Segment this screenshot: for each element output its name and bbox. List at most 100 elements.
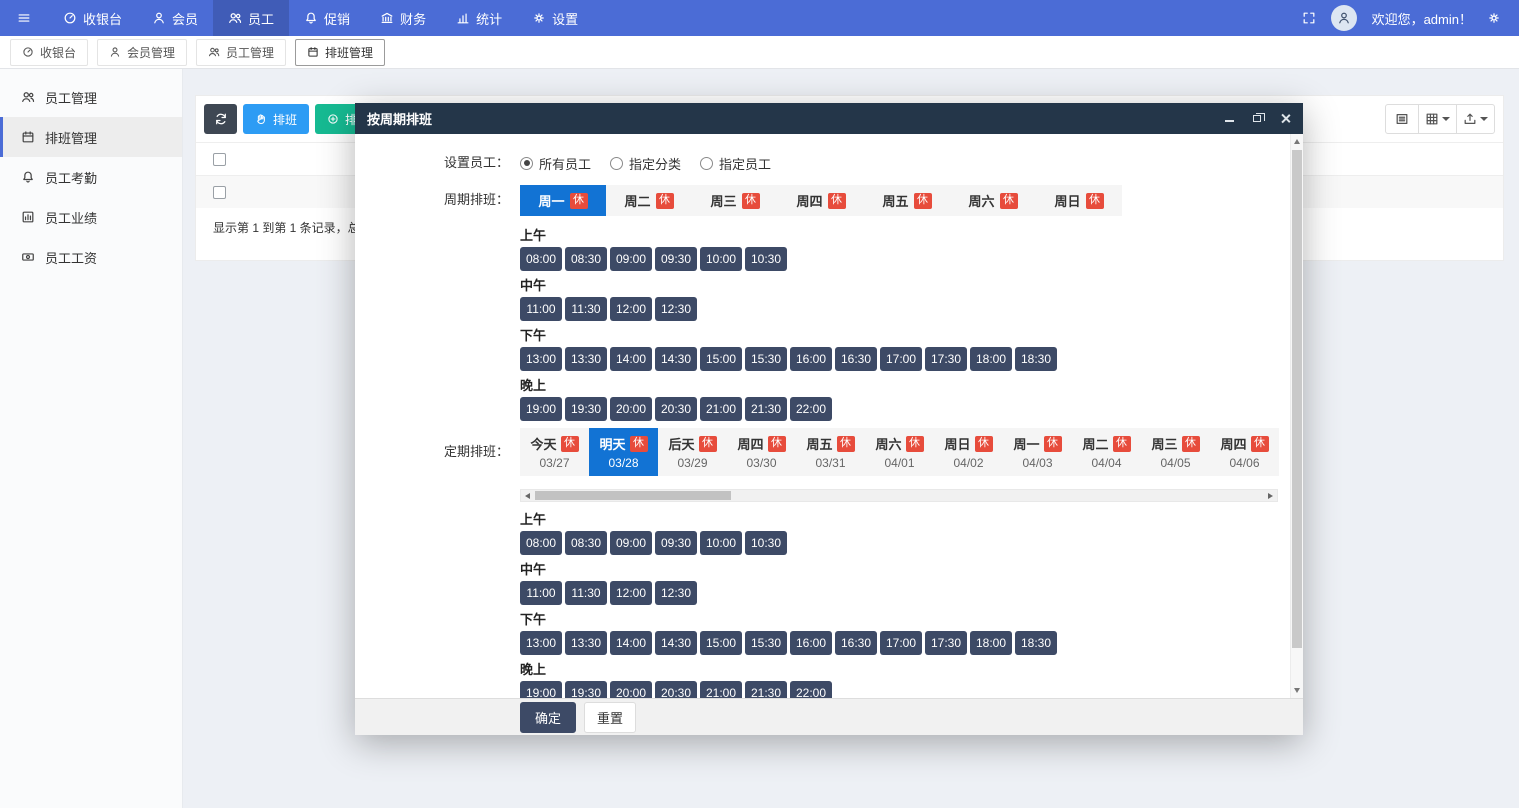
employee-scope-radio[interactable]: 指定员工	[700, 154, 771, 173]
time-slot-button[interactable]: 10:00	[700, 247, 742, 271]
time-slot-button[interactable]: 11:00	[520, 581, 562, 605]
time-slot-button[interactable]: 09:30	[655, 531, 697, 555]
time-slot-button[interactable]: 09:00	[610, 247, 652, 271]
sidebar-item[interactable]: 员工业绩	[0, 197, 182, 237]
weekday-tab[interactable]: 周三 休	[692, 185, 778, 216]
time-slot-button[interactable]: 12:00	[610, 581, 652, 605]
nav-item[interactable]: 促销	[289, 0, 365, 36]
time-slot-button[interactable]: 19:30	[565, 397, 607, 421]
employee-scope-radio[interactable]: 指定分类	[610, 154, 681, 173]
vertical-scrollbar[interactable]	[1290, 134, 1303, 698]
nav-item[interactable]: 员工	[213, 0, 289, 36]
time-slot-button[interactable]: 17:30	[925, 347, 967, 371]
scroll-left-icon[interactable]	[525, 493, 530, 499]
page-tab[interactable]: 会员管理	[97, 39, 187, 66]
nav-item[interactable]: 财务	[365, 0, 441, 36]
time-slot-button[interactable]: 21:00	[700, 397, 742, 421]
time-slot-button[interactable]: 12:00	[610, 297, 652, 321]
page-tab[interactable]: 收银台	[10, 39, 88, 66]
time-slot-button[interactable]: 16:00	[790, 631, 832, 655]
time-slot-button[interactable]: 12:30	[655, 297, 697, 321]
settings-gear-icon[interactable]	[1487, 11, 1501, 25]
time-slot-button[interactable]: 21:30	[745, 397, 787, 421]
time-slot-button[interactable]: 10:30	[745, 531, 787, 555]
time-slot-button[interactable]: 17:00	[880, 347, 922, 371]
date-tab[interactable]: 周六 休 04/01	[865, 428, 934, 476]
weekday-tab[interactable]: 周一 休	[520, 185, 606, 216]
minimize-icon[interactable]	[1223, 113, 1235, 125]
time-slot-button[interactable]: 19:30	[565, 681, 607, 698]
time-slot-button[interactable]: 20:00	[610, 397, 652, 421]
date-tab[interactable]: 后天 休 03/29	[658, 428, 727, 476]
nav-item[interactable]: 会员	[137, 0, 213, 36]
time-slot-button[interactable]: 18:00	[970, 631, 1012, 655]
time-slot-button[interactable]: 20:30	[655, 681, 697, 698]
time-slot-button[interactable]: 22:00	[790, 397, 832, 421]
time-slot-button[interactable]: 22:00	[790, 681, 832, 698]
time-slot-button[interactable]: 11:00	[520, 297, 562, 321]
page-tab[interactable]: 员工管理	[196, 39, 286, 66]
sidebar-item[interactable]: 排班管理	[0, 117, 182, 157]
sidebar-item[interactable]: 员工考勤	[0, 157, 182, 197]
weekday-tab[interactable]: 周六 休	[950, 185, 1036, 216]
time-slot-button[interactable]: 19:00	[520, 681, 562, 698]
scroll-up-icon[interactable]	[1294, 139, 1300, 144]
weekday-tab[interactable]: 周二 休	[606, 185, 692, 216]
time-slot-button[interactable]: 14:00	[610, 631, 652, 655]
time-slot-button[interactable]: 16:30	[835, 631, 877, 655]
date-tab[interactable]: 周五 休 03/31	[796, 428, 865, 476]
refresh-button[interactable]	[204, 104, 237, 134]
weekday-tab[interactable]: 周四 休	[778, 185, 864, 216]
maximize-icon[interactable]	[1251, 113, 1263, 125]
time-slot-button[interactable]: 17:00	[880, 631, 922, 655]
weekday-tab[interactable]: 周日 休	[1036, 185, 1122, 216]
nav-item[interactable]: 统计	[441, 0, 517, 36]
columns-button[interactable]	[1418, 104, 1457, 134]
time-slot-button[interactable]: 18:00	[970, 347, 1012, 371]
page-tab[interactable]: 排班管理	[295, 39, 385, 66]
time-slot-button[interactable]: 19:00	[520, 397, 562, 421]
time-slot-button[interactable]: 13:30	[565, 347, 607, 371]
horizontal-scroll-thumb[interactable]	[535, 491, 731, 500]
time-slot-button[interactable]: 13:00	[520, 347, 562, 371]
weekday-tab[interactable]: 周五 休	[864, 185, 950, 216]
close-icon[interactable]	[1279, 113, 1291, 125]
row-checkbox[interactable]	[213, 186, 226, 199]
reset-button[interactable]: 重置	[584, 702, 636, 733]
time-slot-button[interactable]: 09:00	[610, 531, 652, 555]
time-slot-button[interactable]: 10:00	[700, 531, 742, 555]
schedule-button[interactable]: 排班	[243, 104, 309, 134]
sidebar-item[interactable]: 员工工资	[0, 237, 182, 277]
time-slot-button[interactable]: 11:30	[565, 581, 607, 605]
time-slot-button[interactable]: 15:00	[700, 347, 742, 371]
time-slot-button[interactable]: 13:30	[565, 631, 607, 655]
date-tab[interactable]: 明天 休 03/28	[589, 428, 658, 476]
time-slot-button[interactable]: 08:00	[520, 531, 562, 555]
time-slot-button[interactable]: 13:00	[520, 631, 562, 655]
date-tab[interactable]: 周一 休 04/03	[1003, 428, 1072, 476]
time-slot-button[interactable]: 08:00	[520, 247, 562, 271]
date-tab[interactable]: 周三 休 04/05	[1141, 428, 1210, 476]
date-tab[interactable]: 周二 休 04/04	[1072, 428, 1141, 476]
confirm-button[interactable]: 确定	[520, 702, 576, 733]
time-slot-button[interactable]: 14:30	[655, 347, 697, 371]
horizontal-scrollbar[interactable]	[520, 489, 1278, 502]
time-slot-button[interactable]: 08:30	[565, 531, 607, 555]
fullscreen-icon[interactable]	[1302, 11, 1316, 25]
modal-header[interactable]: 按周期排班	[355, 103, 1303, 134]
time-slot-button[interactable]: 12:30	[655, 581, 697, 605]
time-slot-button[interactable]: 09:30	[655, 247, 697, 271]
time-slot-button[interactable]: 15:30	[745, 347, 787, 371]
time-slot-button[interactable]: 21:30	[745, 681, 787, 698]
select-all-checkbox[interactable]	[213, 153, 226, 166]
time-slot-button[interactable]: 17:30	[925, 631, 967, 655]
time-slot-button[interactable]: 14:00	[610, 347, 652, 371]
menu-toggle-button[interactable]	[0, 0, 48, 36]
time-slot-button[interactable]: 08:30	[565, 247, 607, 271]
date-tab[interactable]: 周日 休 04/02	[934, 428, 1003, 476]
date-tab[interactable]: 周四 休 03/30	[727, 428, 796, 476]
scroll-right-icon[interactable]	[1268, 493, 1273, 499]
time-slot-button[interactable]: 10:30	[745, 247, 787, 271]
scroll-down-icon[interactable]	[1294, 688, 1300, 693]
time-slot-button[interactable]: 20:30	[655, 397, 697, 421]
